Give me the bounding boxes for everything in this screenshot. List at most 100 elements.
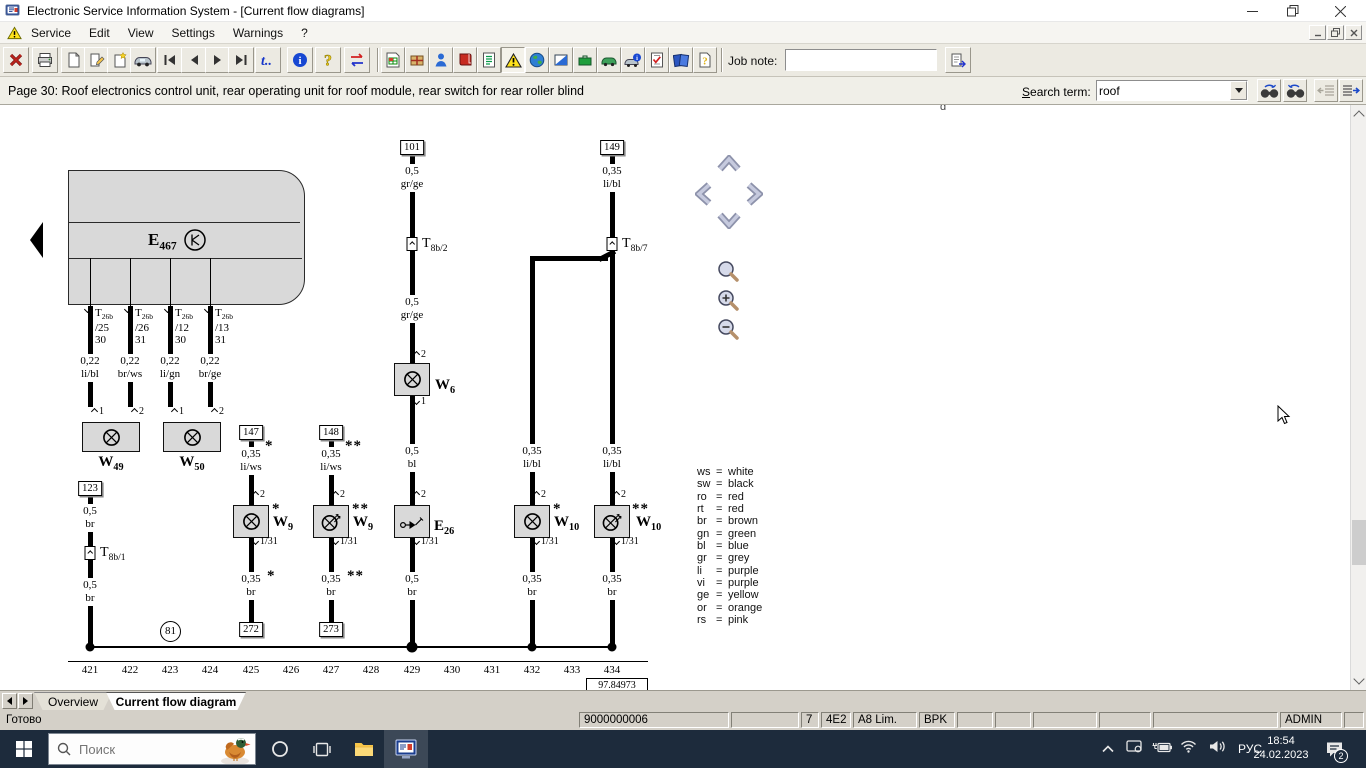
file-explorer-button[interactable] [344, 730, 384, 768]
print-icon [38, 53, 52, 67]
menu-warnings[interactable]: Warnings [224, 24, 292, 42]
toolbar-separator [377, 48, 379, 72]
menu-view[interactable]: View [119, 24, 163, 42]
tab-current-flow-diagram[interactable]: Current flow diagram [106, 692, 246, 711]
vehicle-button[interactable] [130, 47, 156, 73]
toolbox-icon [578, 55, 592, 66]
menu-edit[interactable]: Edit [80, 24, 119, 42]
combo-dropdown-button[interactable] [1230, 81, 1247, 100]
exit-button[interactable] [3, 47, 29, 73]
mdi-minimize-button[interactable] [1309, 25, 1326, 40]
wire-spec: 0,35 li/ws [237, 447, 265, 476]
inline-connector-t8b1 [84, 546, 96, 560]
legend-row: br = brown [697, 515, 758, 528]
task-view-button[interactable] [302, 730, 342, 768]
zoom-in-button[interactable] [716, 289, 740, 313]
search-icon [57, 742, 71, 756]
page-back-arrow[interactable] [30, 222, 43, 258]
pin-designation: T26b/12 30 [175, 307, 193, 347]
tray-expand-button[interactable] [1095, 740, 1121, 758]
status-vehicle-id: 9000000006 [579, 712, 729, 728]
pan-up-button[interactable] [717, 155, 741, 172]
customer-button[interactable] [429, 47, 453, 73]
scroll-down-button[interactable] [1352, 672, 1366, 688]
search-previous-button[interactable] [1283, 79, 1307, 102]
svg-text:?: ? [702, 56, 708, 68]
job-note-input[interactable] [785, 49, 937, 71]
scroll-up-button[interactable] [1352, 106, 1366, 122]
lamp-w9-left [233, 505, 269, 538]
nav-previous-button[interactable] [181, 47, 207, 73]
status-cell [1099, 712, 1151, 728]
search-term-combobox[interactable] [1096, 80, 1248, 101]
lamp-w6 [394, 363, 430, 396]
tray-wifi-button[interactable] [1175, 740, 1202, 758]
globe-button[interactable] [525, 47, 549, 73]
return-button[interactable]: t.. [255, 47, 281, 73]
legend-row: or = orange [697, 601, 763, 614]
checklist-button[interactable] [645, 47, 669, 73]
start-button[interactable] [0, 730, 48, 768]
nav-first-button[interactable] [157, 47, 183, 73]
toolbox-button[interactable] [573, 47, 597, 73]
car-info-icon: i [624, 53, 641, 67]
taskbar-search-input[interactable] [79, 741, 189, 757]
car-data-button[interactable] [597, 47, 621, 73]
wire-spec: 0,22 li/bl [77, 354, 103, 383]
manuals-button[interactable] [669, 47, 693, 73]
warnings-button[interactable] [501, 47, 525, 73]
search-next-button[interactable] [1257, 79, 1281, 102]
tab-overview[interactable]: Overview [34, 692, 112, 711]
flag-button[interactable] [549, 47, 573, 73]
pan-right-button[interactable] [746, 182, 763, 206]
tray-display-button[interactable] [1121, 740, 1147, 758]
close-button[interactable] [1320, 0, 1360, 22]
menu-service[interactable]: Service [22, 24, 80, 42]
nav-last-button[interactable] [228, 47, 254, 73]
mdi-close-button[interactable] [1345, 25, 1362, 40]
scrollbar-thumb[interactable] [1352, 520, 1366, 565]
vertical-scrollbar[interactable] [1350, 105, 1366, 690]
flag-icon [554, 54, 568, 66]
pan-left-button[interactable] [695, 182, 712, 206]
doc-list-button[interactable] [477, 47, 501, 73]
pan-down-button[interactable] [717, 212, 741, 229]
track-number: 423 [161, 664, 179, 676]
tab-scroll-right-button[interactable] [18, 693, 33, 709]
cortana-button[interactable] [260, 730, 300, 768]
wire-spec: 0,22 br/ws [114, 354, 146, 383]
list-forward-button[interactable] [1339, 79, 1363, 102]
help-button[interactable]: ? [315, 47, 341, 73]
tray-battery-button[interactable] [1147, 740, 1175, 758]
menu-help[interactable]: ? [292, 24, 317, 42]
tray-volume-button[interactable] [1202, 740, 1232, 758]
menu-settings[interactable]: Settings [163, 24, 224, 42]
job-note-edit-button[interactable] [945, 47, 971, 73]
action-center-button[interactable] [1316, 730, 1352, 768]
taskbar-clock[interactable]: 18:54 24.02.2023 [1252, 734, 1310, 762]
restore-button[interactable] [1273, 0, 1313, 22]
search-term-input[interactable] [1099, 82, 1227, 99]
red-book-button[interactable] [453, 47, 477, 73]
zoom-out-button[interactable] [716, 318, 740, 342]
menu-bar: Service Edit View Settings Warnings ? [0, 22, 1366, 44]
speaker-icon [1209, 741, 1225, 752]
doc-question-button[interactable]: ? [693, 47, 717, 73]
wire-spec: 0,5 br [80, 578, 100, 607]
doc-table-button[interactable] [381, 47, 405, 73]
exchange-button[interactable] [344, 47, 370, 73]
list-back-button[interactable] [1314, 79, 1338, 102]
mdi-restore-button[interactable] [1327, 25, 1344, 40]
manuals-icon [672, 53, 689, 68]
customer-icon [435, 53, 447, 67]
elsa-app-taskbar-button[interactable] [384, 730, 428, 768]
taskbar-search-box[interactable] [48, 733, 256, 765]
zoom-tool-button[interactable] [716, 260, 740, 284]
package-button[interactable] [405, 47, 429, 73]
tab-scroll-left-button[interactable] [2, 693, 17, 709]
car-info-button[interactable]: i [621, 47, 645, 73]
info-button[interactable]: i [287, 47, 313, 73]
print-button[interactable] [32, 47, 58, 73]
minimize-button[interactable] [1232, 0, 1272, 22]
arrow-up-icon [170, 407, 179, 416]
